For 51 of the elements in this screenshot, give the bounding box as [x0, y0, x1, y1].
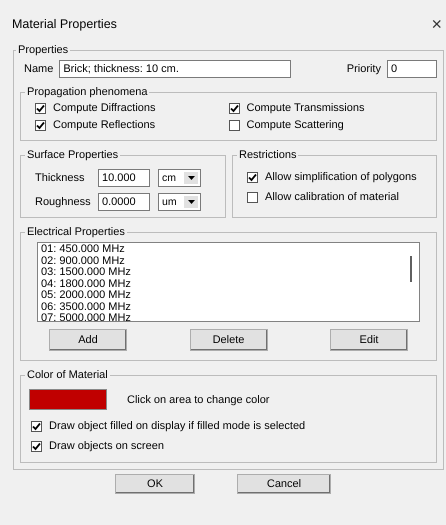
group-title: Properties — [17, 44, 70, 56]
priority-field[interactable]: 0 — [387, 60, 437, 78]
list-item[interactable]: 04: 1800.000 MHz — [41, 278, 400, 290]
name-label: Name — [24, 63, 54, 75]
list-item[interactable]: 03: 1500.000 MHz — [41, 267, 400, 278]
list-item[interactable]: 07: 5000.000 MHz — [41, 313, 400, 321]
list-item[interactable]: 01: 450.000 MHz — [41, 244, 400, 256]
unit-dropdown[interactable]: um — [158, 193, 201, 211]
checkbox[interactable] — [31, 420, 42, 432]
checkbox-label: Draw object filled on display if filled mode is selected — [49, 420, 306, 432]
unit-dropdown[interactable]: cm — [158, 169, 201, 187]
group-title: Surface Properties — [26, 149, 120, 161]
group-title: Restrictions — [238, 149, 298, 161]
checkbox[interactable] — [228, 102, 240, 114]
close-button[interactable]: × — [431, 15, 442, 33]
action-button[interactable]: Delete — [190, 329, 268, 351]
checkbox-label: Allow calibration of material — [265, 191, 399, 203]
field-label: Thickness — [35, 172, 86, 184]
checkbox-label: Allow simplification of polygons — [265, 171, 417, 183]
group-title: Propagation phenomena — [26, 86, 148, 98]
dialog-button[interactable]: OK — [115, 474, 195, 494]
name-field[interactable]: Brick; thickness: 10 cm. — [59, 60, 292, 78]
checkbox[interactable] — [35, 102, 46, 114]
checkbox[interactable] — [35, 120, 46, 130]
checkbox[interactable] — [247, 192, 258, 202]
checkbox[interactable] — [247, 172, 258, 182]
group-title: Electrical Properties — [26, 226, 126, 238]
scrollbar-thumb[interactable] — [410, 256, 412, 282]
checkbox[interactable] — [228, 120, 240, 130]
caret-icon — [188, 200, 194, 204]
dialog-button[interactable]: Cancel — [237, 474, 331, 494]
list-item[interactable]: 02: 900.000 MHz — [41, 256, 400, 267]
group-title: Color of Material — [26, 369, 109, 381]
list-item[interactable]: 05: 2000.000 MHz — [41, 290, 400, 302]
window-title: Material Properties — [12, 17, 117, 31]
checkbox-label: Compute Transmissions — [246, 102, 364, 114]
checkbox-label: Draw objects on screen — [49, 440, 164, 452]
color-swatch[interactable] — [29, 389, 107, 410]
priority-label: Priority — [346, 63, 381, 75]
action-button[interactable]: Edit — [330, 329, 408, 351]
checkbox[interactable] — [31, 440, 42, 452]
checkbox-label: Compute Reflections — [53, 119, 156, 131]
caret-icon — [188, 176, 194, 180]
input-field[interactable]: 0.0000 — [98, 193, 150, 211]
checkbox-label: Compute Diffractions — [53, 102, 156, 114]
input-field[interactable]: 10.000 — [98, 169, 150, 187]
list-item[interactable]: 06: 3500.000 MHz — [41, 302, 400, 313]
field-label: Roughness — [35, 196, 90, 208]
hint-text: Click on area to change color — [127, 394, 270, 406]
checkbox-label: Compute Scattering — [246, 119, 344, 131]
action-button[interactable]: Add — [49, 329, 127, 351]
